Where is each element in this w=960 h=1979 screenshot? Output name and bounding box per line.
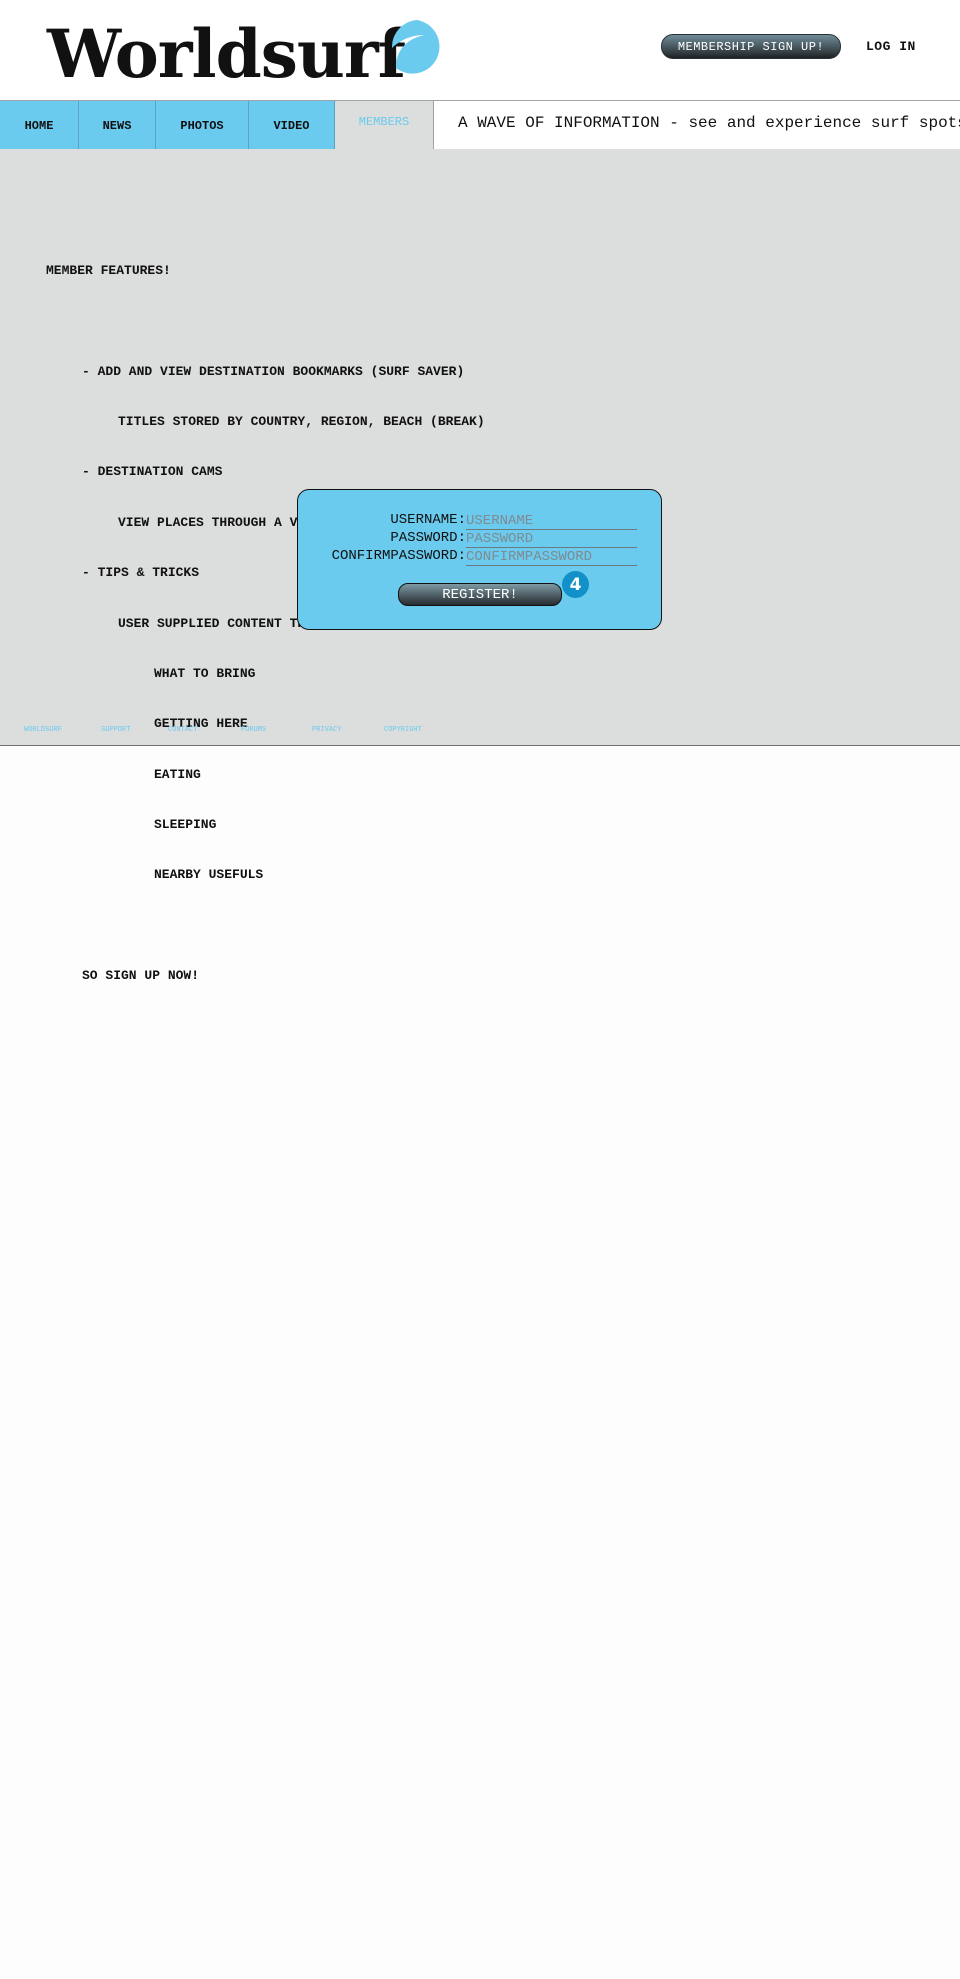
footer-link-support[interactable]: SUPPORT [101,726,130,734]
signup-cta: SO SIGN UP NOW! [82,968,200,984]
tab-video[interactable]: VIDEO [249,101,335,150]
confirm-password-label: CONFIRMPASSWORD: [331,548,466,564]
members-content: MEMBER FEATURES! - ADD AND VIEW DESTINAT… [0,149,960,983]
tab-home[interactable]: HOME [0,101,79,150]
list-item: SLEEPING [154,817,217,833]
footer-link-contact[interactable]: CONTACT [168,726,197,734]
header: Worldsurf MEMBERSHIP SIGN UP! LOG IN [0,0,960,100]
username-input[interactable] [466,512,637,530]
feature-cams: - DESTINATION CAMS [82,464,223,480]
wave-logo-icon[interactable] [388,18,446,76]
username-label: USERNAME: [390,512,466,528]
login-link[interactable]: LOG IN [866,39,916,54]
password-label: PASSWORD: [390,530,466,546]
tab-members[interactable]: MEMBERS [335,101,434,150]
main-nav: HOME NEWS PHOTOS VIDEO MEMBERS A WAVE OF… [0,100,960,150]
membership-signup-button[interactable]: MEMBERSHIP SIGN UP! [661,34,841,59]
confirm-password-row: CONFIRMPASSWORD: [298,548,663,566]
register-form: USERNAME: PASSWORD: CONFIRMPASSWORD: REG… [297,489,662,630]
list-item: EATING [154,766,201,782]
password-row: PASSWORD: [298,530,663,548]
feature-bookmarks: - ADD AND VIEW DESTINATION BOOKMARKS (SU… [82,363,465,379]
tab-news[interactable]: NEWS [79,101,156,150]
features-heading: MEMBER FEATURES! [46,262,171,278]
list-item: WHAT TO BRING [154,665,256,681]
footer-link-worldsurf[interactable]: WORLDSURF [24,726,62,734]
footer-link-copyright[interactable]: COPYRIGHT [384,726,422,734]
confirm-password-input[interactable] [466,548,637,566]
tab-photos[interactable]: PHOTOS [156,101,249,150]
site-logo[interactable]: Worldsurf [47,10,406,98]
password-input[interactable] [466,530,637,548]
footer-link-privacy[interactable]: PRIVACY [312,726,341,734]
feature-bookmarks-detail: TITLES STORED BY COUNTRY, REGION, BEACH … [118,413,485,429]
footer-link-forums[interactable]: FORUMS [241,726,266,734]
list-item: NEARBY USEFULS [154,867,264,883]
username-row: USERNAME: [298,512,663,530]
step-number-badge: 4 [562,571,589,598]
site-tagline: A WAVE OF INFORMATION - see and experien… [458,114,960,132]
register-button[interactable]: REGISTER! [398,583,562,606]
